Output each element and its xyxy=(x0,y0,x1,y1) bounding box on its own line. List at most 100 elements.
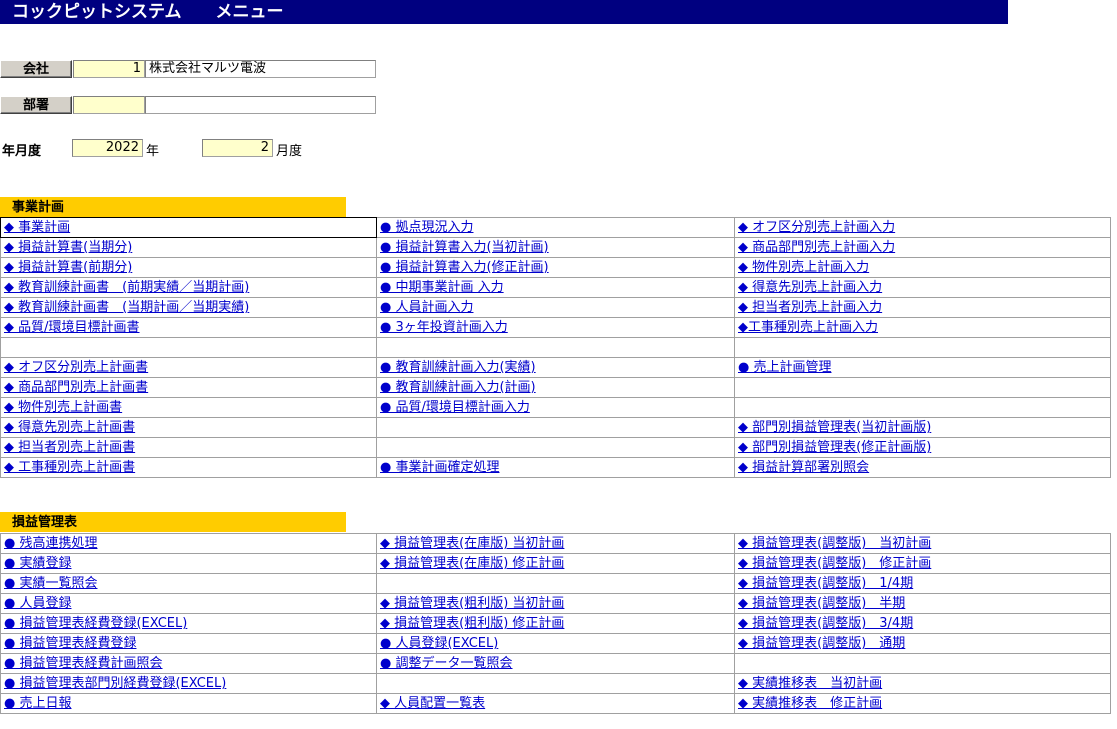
menu-cell: ◆ 教育訓練計画書 (前期実績／当期計画) xyxy=(0,277,377,298)
menu-link[interactable]: ◆ 教育訓練計画書 (前期実績／当期計画) xyxy=(4,280,249,295)
menu-link[interactable]: ● 残高連携処理 xyxy=(4,536,97,551)
menu-link[interactable]: ● 3ヶ年投資計画入力 xyxy=(380,320,508,335)
menu-cell: ◆ 損益管理表(在庫版) 当初計画 xyxy=(376,533,735,554)
menu-cell: ◆ 損益管理表(調整版) 通期 xyxy=(734,633,1111,654)
menu-link[interactable]: ● 損益計算書入力(当初計画) xyxy=(380,240,549,255)
year-input[interactable]: 2022 xyxy=(72,139,143,157)
menu-link[interactable]: ◆ 商品部門別売上計画入力 xyxy=(738,240,895,255)
menu-row: ◆ 教育訓練計画書 (前期実績／当期計画) ● 中期事業計画 入力 ◆ 得意先別売上… xyxy=(0,277,1111,298)
menu-link[interactable]: ● 実績一覧照会 xyxy=(4,576,97,591)
year-month-label: 年月度 xyxy=(2,144,42,159)
month-suffix-label: 月度 xyxy=(276,144,303,159)
menu-link[interactable]: ● 損益計算書入力(修正計画) xyxy=(380,260,549,275)
menu-link[interactable]: ◆工事種別売上計画入力 xyxy=(738,320,878,335)
company-code-input[interactable]: 1 xyxy=(73,60,145,78)
menu-cell: ● 売上計画管理 xyxy=(734,357,1111,378)
menu-cell: ◆ 人員配置一覧表 xyxy=(376,693,735,714)
menu-cell: ◆ 損益管理表(調整版) 1/4期 xyxy=(734,573,1111,594)
company-button[interactable]: 会社 xyxy=(0,60,72,78)
menu-link[interactable]: ● 品質/環境目標計画入力 xyxy=(380,400,530,415)
menu-link[interactable]: ● 教育訓練計画入力(実績) xyxy=(380,360,536,375)
menu-cell: ◆工事種別売上計画入力 xyxy=(734,317,1111,338)
menu-link[interactable]: ● 中期事業計画 入力 xyxy=(380,280,504,295)
menu-cell xyxy=(376,573,735,594)
menu-cell: ● 実績一覧照会 xyxy=(0,573,377,594)
menu-row: ● 売上日報 ◆ 人員配置一覧表 ◆ 実績推移表 修正計画 xyxy=(0,693,1111,714)
menu-link[interactable]: ● 損益管理表経費登録 xyxy=(4,636,136,651)
menu-link[interactable]: ◆ 部門別損益管理表(当初計画版) xyxy=(738,420,931,435)
menu-link[interactable]: ◆ 物件別売上計画入力 xyxy=(738,260,869,275)
menu-cell: ● 損益管理表経費登録(EXCEL) xyxy=(0,613,377,634)
menu-link[interactable]: ◆ 損益計算部署別照会 xyxy=(738,460,869,475)
menu-cell: ◆ 得意先別売上計画書 xyxy=(0,417,377,438)
menu-link[interactable]: ◆ 人員配置一覧表 xyxy=(380,696,485,711)
menu-link[interactable]: ● 調整データ一覧照会 xyxy=(380,656,512,671)
menu-link[interactable]: ◆ 物件別売上計画書 xyxy=(4,400,122,415)
menu-link[interactable]: ◆ 損益管理表(調整版) 当初計画 xyxy=(738,536,931,551)
menu-link[interactable]: ◆ 担当者別売上計画書 xyxy=(4,440,135,455)
menu-cell: ◆ 損益管理表(調整版) 当初計画 xyxy=(734,533,1111,554)
menu-link[interactable]: ◆ 損益計算書(前期分) xyxy=(4,260,132,275)
menu-row: ◆ 品質/環境目標計画書 ● 3ヶ年投資計画入力 ◆工事種別売上計画入力 xyxy=(0,317,1111,338)
menu-link[interactable]: ◆ 商品部門別売上計画書 xyxy=(4,380,148,395)
menu-link[interactable]: ◆ 損益管理表(調整版) 半期 xyxy=(738,596,905,611)
menu-link[interactable]: ◆ 担当者別売上計画入力 xyxy=(738,300,882,315)
menu-link[interactable]: ◆ 損益管理表(調整版) 1/4期 xyxy=(738,576,913,591)
menu-cell: ● 拠点現況入力 xyxy=(376,217,735,238)
menu-link[interactable]: ◆ 実績推移表 修正計画 xyxy=(738,696,882,711)
menu-link[interactable]: ● 実績登録 xyxy=(4,556,71,571)
menu-link[interactable]: ◆ 損益管理表(粗利版) 修正計画 xyxy=(380,616,564,631)
menu-row: ● 損益管理表経費登録 ● 人員登録(EXCEL) ◆ 損益管理表(調整版) 通期 xyxy=(0,633,1111,654)
department-code-input[interactable] xyxy=(73,96,145,114)
menu-cell xyxy=(376,417,735,438)
menu-row xyxy=(0,337,1111,358)
menu-cell: ◆ 損益管理表(調整版) 半期 xyxy=(734,593,1111,614)
menu-link[interactable]: ● 損益管理表経費計画照会 xyxy=(4,656,162,671)
menu-link[interactable]: ◆ 事業計画 xyxy=(4,220,70,235)
menu-link[interactable]: ● 人員登録 xyxy=(4,596,71,611)
menu-link[interactable]: ● 人員計画入力 xyxy=(380,300,473,315)
menu-link[interactable]: ◆ 品質/環境目標計画書 xyxy=(4,320,140,335)
menu-link[interactable]: ● 拠点現況入力 xyxy=(380,220,473,235)
menu-link[interactable]: ● 損益管理表部門別経費登録(EXCEL) xyxy=(4,676,226,691)
menu-cell: ◆ 部門別損益管理表(当初計画版) xyxy=(734,417,1111,438)
menu-cell: ● 調整データ一覧照会 xyxy=(376,653,735,674)
menu-link[interactable]: ◆ 工事種別売上計画書 xyxy=(4,460,135,475)
menu-row: ◆ 担当者別売上計画書 ◆ 部門別損益管理表(修正計画版) xyxy=(0,437,1111,458)
menu-cell: ● 人員登録 xyxy=(0,593,377,614)
menu-cell: ● 中期事業計画 入力 xyxy=(376,277,735,298)
menu-link[interactable]: ◆ 得意先別売上計画書 xyxy=(4,420,135,435)
menu-cell: ◆ 品質/環境目標計画書 xyxy=(0,317,377,338)
menu-link[interactable]: ● 損益管理表経費登録(EXCEL) xyxy=(4,616,187,631)
menu-cell xyxy=(376,437,735,458)
month-input[interactable]: 2 xyxy=(202,139,273,157)
menu-link[interactable]: ◆ 損益管理表(調整版) 通期 xyxy=(738,636,905,651)
menu-link[interactable]: ◆ 損益管理表(調整版) 3/4期 xyxy=(738,616,913,631)
menu-link[interactable]: ◆ 損益計算書(当期分) xyxy=(4,240,132,255)
menu-link[interactable]: ◆ 部門別損益管理表(修正計画版) xyxy=(738,440,931,455)
menu-link[interactable]: ◆ 損益管理表(在庫版) 当初計画 xyxy=(380,536,564,551)
menu-link[interactable]: ◆ オフ区分別売上計画入力 xyxy=(738,220,895,235)
menu-cell xyxy=(376,337,735,358)
menu-link[interactable]: ● 人員登録(EXCEL) xyxy=(380,636,498,651)
menu-link[interactable]: ◆ 得意先別売上計画入力 xyxy=(738,280,882,295)
menu-link[interactable]: ● 売上計画管理 xyxy=(738,360,831,375)
menu-link[interactable]: ◆ 損益管理表(在庫版) 修正計画 xyxy=(380,556,564,571)
menu-cell: ● 残高連携処理 xyxy=(0,533,377,554)
menu-link[interactable]: ● 事業計画確定処理 xyxy=(380,460,499,475)
menu-cell: ◆ 損益管理表(在庫版) 修正計画 xyxy=(376,553,735,574)
menu-link[interactable]: ◆ 実績推移表 当初計画 xyxy=(738,676,882,691)
menu-cell: ● 人員登録(EXCEL) xyxy=(376,633,735,654)
department-button[interactable]: 部署 xyxy=(0,96,72,114)
menu-cell: ◆ 商品部門別売上計画書 xyxy=(0,377,377,398)
menu-row: ◆ 事業計画 ● 拠点現況入力 ◆ オフ区分別売上計画入力 xyxy=(0,217,1111,238)
menu-link[interactable]: ◆ 損益管理表(粗利版) 当初計画 xyxy=(380,596,564,611)
menu-cell: ● 人員計画入力 xyxy=(376,297,735,318)
menu-link[interactable]: ◆ 教育訓練計画書 (当期計画／当期実績) xyxy=(4,300,249,315)
menu-link[interactable]: ◆ オフ区分別売上計画書 xyxy=(4,360,148,375)
menu-link[interactable]: ● 売上日報 xyxy=(4,696,71,711)
menu-link[interactable]: ◆ 損益管理表(調整版) 修正計画 xyxy=(738,556,931,571)
menu-cell: ◆ 損益管理表(粗利版) 当初計画 xyxy=(376,593,735,614)
menu-cell xyxy=(0,337,377,358)
menu-link[interactable]: ● 教育訓練計画入力(計画) xyxy=(380,380,536,395)
